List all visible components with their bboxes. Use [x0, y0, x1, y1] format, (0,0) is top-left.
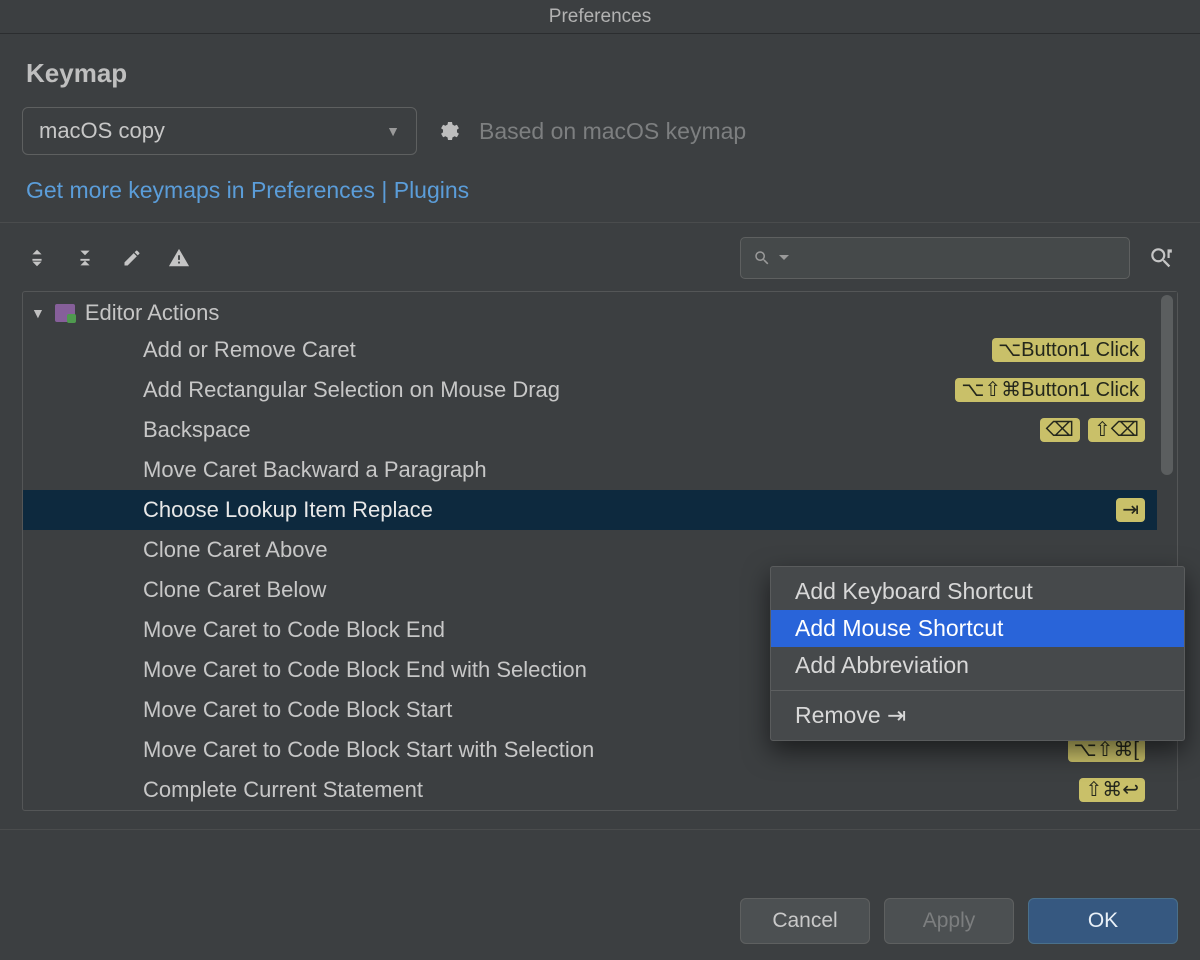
- scrollbar-thumb[interactable]: [1161, 295, 1173, 475]
- shortcut-group: ⌫ ⇧⌫: [1040, 418, 1149, 442]
- divider: [0, 829, 1200, 830]
- divider: [0, 222, 1200, 223]
- shortcut-chip: ⌥⇧⌘[: [1068, 738, 1145, 762]
- window-title: Preferences: [549, 6, 651, 28]
- context-menu-item[interactable]: Add Keyboard Shortcut: [771, 573, 1184, 610]
- action-label: Move Caret to Code Block Start: [143, 697, 452, 723]
- keymap-select-value: macOS copy: [39, 118, 165, 144]
- context-menu: Add Keyboard ShortcutAdd Mouse ShortcutA…: [770, 566, 1185, 741]
- action-label: Move Caret Backward a Paragraph: [143, 457, 487, 483]
- tree-group-header[interactable]: ▼ Editor Actions: [23, 296, 1157, 330]
- shortcut-chip: ⇧⌫: [1088, 418, 1145, 442]
- action-label: Clone Caret Above: [143, 537, 328, 563]
- more-keymaps-link[interactable]: Get more keymaps in Preferences | Plugin…: [26, 177, 469, 204]
- folder-icon: [55, 304, 75, 322]
- action-row[interactable]: Clone Caret Above: [23, 530, 1157, 570]
- cancel-button[interactable]: Cancel: [740, 898, 870, 944]
- action-row[interactable]: Add Rectangular Selection on Mouse Drag ⌥…: [23, 370, 1157, 410]
- page-title: Keymap: [26, 58, 1178, 89]
- ok-button-label: OK: [1088, 909, 1118, 933]
- chevron-down-icon: [779, 253, 789, 263]
- shortcut-group: ⇥: [1116, 498, 1149, 522]
- action-label: Clone Caret Below: [143, 577, 326, 603]
- action-row[interactable]: Move Caret Backward a Paragraph: [23, 450, 1157, 490]
- action-label: Complete Current Statement: [143, 777, 423, 803]
- search-icon: [753, 249, 771, 267]
- tree-toolbar: [22, 237, 1178, 291]
- action-row[interactable]: Backspace ⌫ ⇧⌫: [23, 410, 1157, 450]
- shortcut-chip: ⌥⇧⌘Button1 Click: [955, 378, 1145, 402]
- action-label: Choose Lookup Item Replace: [143, 497, 433, 523]
- ok-button[interactable]: OK: [1028, 898, 1178, 944]
- shortcut-chip: ⇥: [1116, 498, 1145, 522]
- warning-icon[interactable]: [168, 247, 190, 269]
- apply-button-label: Apply: [923, 909, 976, 933]
- edit-icon[interactable]: [122, 248, 142, 268]
- tree-group-label: Editor Actions: [85, 300, 220, 326]
- context-menu-separator: [771, 690, 1184, 691]
- apply-button[interactable]: Apply: [884, 898, 1014, 944]
- action-label: Move Caret to Code Block End: [143, 617, 445, 643]
- shortcut-group: ⌥⇧⌘Button1 Click: [955, 378, 1149, 402]
- action-label: Add or Remove Caret: [143, 337, 356, 363]
- search-input[interactable]: [740, 237, 1130, 279]
- action-row[interactable]: Choose Lookup Item Replace ⇥: [23, 490, 1157, 530]
- gear-icon[interactable]: [435, 118, 461, 144]
- search-field[interactable]: [797, 248, 1117, 269]
- shortcut-chip: ⌥Button1 Click: [992, 338, 1145, 362]
- action-label: Move Caret to Code Block Start with Sele…: [143, 737, 594, 763]
- shortcut-group: ⌥Button1 Click: [992, 338, 1149, 362]
- action-label: Backspace: [143, 417, 251, 443]
- collapse-all-icon[interactable]: [74, 247, 96, 269]
- context-menu-remove[interactable]: Remove ⇥: [771, 697, 1184, 734]
- action-label: Add Rectangular Selection on Mouse Drag: [143, 377, 560, 403]
- expand-all-icon[interactable]: [26, 247, 48, 269]
- shortcut-group: ⌥⇧⌘[: [1068, 738, 1149, 762]
- disclosure-triangle-icon: ▼: [31, 305, 45, 321]
- shortcut-chip: ⌫: [1040, 418, 1080, 442]
- shortcut-chip: ⇧⌘↩: [1079, 778, 1145, 802]
- shortcut-group: ⇧⌘↩: [1079, 778, 1149, 802]
- cancel-button-label: Cancel: [772, 909, 837, 933]
- action-label: Move Caret to Code Block End with Select…: [143, 657, 587, 683]
- window-titlebar: Preferences: [0, 0, 1200, 34]
- action-row[interactable]: Add or Remove Caret ⌥Button1 Click: [23, 330, 1157, 370]
- action-row[interactable]: Complete Current Statement ⇧⌘↩: [23, 770, 1157, 810]
- based-on-text: Based on macOS keymap: [479, 118, 746, 145]
- chevron-down-icon: ▼: [386, 123, 400, 139]
- context-menu-item[interactable]: Add Mouse Shortcut: [771, 610, 1184, 647]
- keymap-select[interactable]: macOS copy ▼: [22, 107, 417, 155]
- context-menu-item[interactable]: Add Abbreviation: [771, 647, 1184, 684]
- dialog-buttons: Cancel Apply OK: [740, 898, 1178, 944]
- find-action-by-shortcut-icon[interactable]: [1148, 245, 1174, 271]
